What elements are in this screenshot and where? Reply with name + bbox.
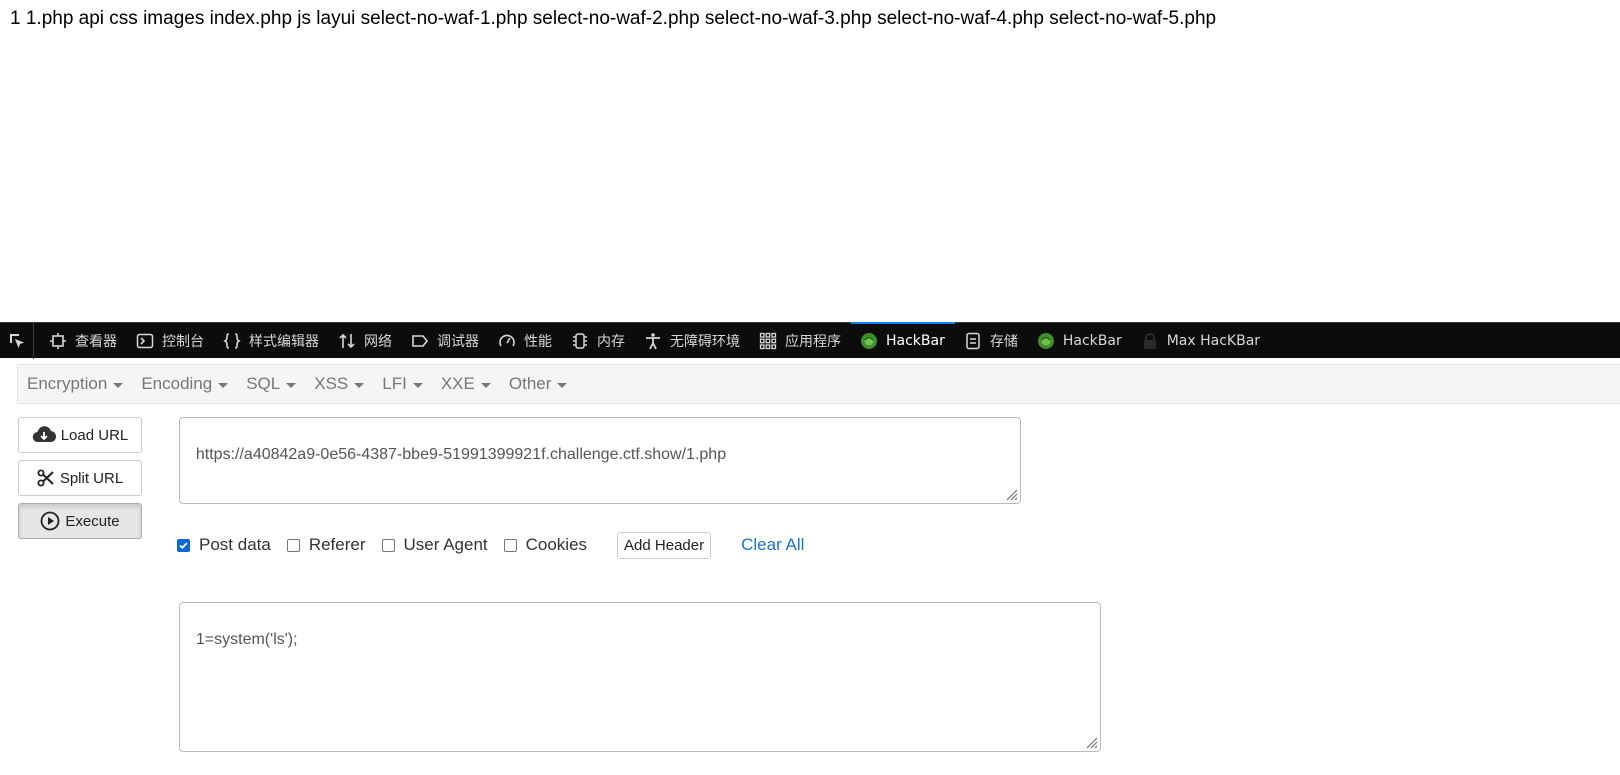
post-data-checkbox[interactable]: Post data bbox=[177, 535, 271, 555]
tab-inspector[interactable]: 查看器 bbox=[40, 323, 127, 359]
checkbox-checked[interactable] bbox=[177, 538, 190, 552]
caret-down-icon bbox=[557, 382, 568, 388]
tab-label: HackBar bbox=[1062, 332, 1122, 349]
menu-xxe[interactable]: XXE bbox=[436, 374, 504, 394]
menu-label: XXE bbox=[440, 374, 475, 393]
tab-performance[interactable]: 性能 bbox=[489, 323, 562, 359]
braces-icon bbox=[222, 331, 242, 351]
cookies-label: Cookies bbox=[525, 535, 588, 554]
user-agent-label: User Agent bbox=[403, 535, 488, 554]
tab-network[interactable]: 网络 bbox=[329, 323, 402, 359]
tab-label: 调试器 bbox=[437, 333, 479, 350]
checkbox-unchecked[interactable] bbox=[381, 538, 395, 552]
menu-encoding[interactable]: Encoding bbox=[136, 374, 241, 394]
memory-chip-icon bbox=[570, 331, 590, 351]
tab-label: 控制台 bbox=[162, 333, 204, 350]
post-body-value: 1=system('ls'); bbox=[195, 631, 298, 648]
caret-down-icon bbox=[218, 382, 229, 388]
menu-encryption[interactable]: Encryption bbox=[22, 374, 136, 394]
caret-down-icon bbox=[354, 382, 365, 388]
scissors-icon bbox=[37, 469, 55, 487]
accessibility-icon bbox=[643, 331, 663, 351]
play-circle-icon bbox=[40, 511, 60, 531]
caret-down-icon bbox=[480, 382, 491, 388]
menu-label: Encryption bbox=[27, 374, 108, 393]
menu-label: Other bbox=[508, 374, 552, 393]
menu-label: Encoding bbox=[141, 374, 213, 393]
menu-xss[interactable]: XSS bbox=[309, 374, 377, 394]
split-url-button[interactable]: Split URL bbox=[18, 460, 142, 496]
hackbar-icon bbox=[1036, 331, 1056, 351]
split-url-label: Split URL bbox=[59, 469, 124, 487]
execute-label: Execute bbox=[65, 512, 120, 530]
tab-label: 查看器 bbox=[75, 333, 117, 350]
tab-style-editor[interactable]: 样式编辑器 bbox=[214, 323, 329, 359]
load-url-button[interactable]: Load URL bbox=[18, 417, 142, 453]
menu-other[interactable]: Other bbox=[504, 374, 581, 394]
tab-label: 应用程序 bbox=[785, 333, 841, 350]
console-icon bbox=[135, 331, 155, 351]
resize-grip-icon[interactable] bbox=[1004, 487, 1018, 501]
menu-label: XSS bbox=[314, 374, 349, 393]
element-picker-icon bbox=[9, 333, 24, 348]
lock-icon bbox=[1140, 331, 1160, 351]
tab-label: 内存 bbox=[597, 333, 625, 350]
page-output-text: 1 1.php api css images index.php js layu… bbox=[10, 8, 1217, 29]
caret-down-icon bbox=[113, 382, 124, 388]
menu-label: SQL bbox=[246, 374, 281, 393]
tab-label: 样式编辑器 bbox=[249, 333, 319, 350]
tab-hackbar-2[interactable]: HackBar bbox=[1028, 323, 1132, 359]
debugger-icon bbox=[410, 331, 430, 351]
add-header-button[interactable]: Add Header bbox=[617, 531, 712, 559]
devtools-toolbar: 查看器 控制台 样式编辑器 网络 调试器 性能 内存 无障碍环境 应用程序 Ha… bbox=[0, 321, 1620, 359]
tab-accessibility[interactable]: 无障碍环境 bbox=[635, 323, 750, 359]
tab-label: 性能 bbox=[524, 333, 552, 350]
cookies-checkbox[interactable]: Cookies bbox=[503, 535, 588, 555]
caret-down-icon bbox=[412, 382, 423, 388]
menu-lfi[interactable]: LFI bbox=[377, 374, 436, 394]
checkbox-unchecked[interactable] bbox=[286, 538, 300, 552]
url-value: https://a40842a9-0e56-4387-bbe9-51991399… bbox=[195, 446, 727, 463]
tab-debugger[interactable]: 调试器 bbox=[402, 323, 489, 359]
element-picker-button[interactable] bbox=[0, 322, 34, 359]
network-arrows-icon bbox=[337, 331, 357, 351]
load-url-label: Load URL bbox=[60, 426, 129, 444]
checkmark-icon bbox=[179, 541, 188, 549]
user-agent-checkbox[interactable]: User Agent bbox=[381, 535, 488, 555]
hackbar-menubar: Encryption Encoding SQL XSS LFI XXE Othe… bbox=[17, 364, 1620, 404]
tab-label: 无障碍环境 bbox=[670, 333, 740, 350]
caret-down-icon bbox=[286, 382, 297, 388]
inspector-icon bbox=[48, 331, 68, 351]
menu-label: LFI bbox=[382, 374, 407, 393]
post-data-textarea[interactable]: 1=system('ls'); bbox=[179, 602, 1101, 752]
url-textarea[interactable]: https://a40842a9-0e56-4387-bbe9-51991399… bbox=[179, 417, 1021, 504]
request-options-row: Post data Referer User Agent Cookies Add… bbox=[177, 530, 804, 560]
application-grid-icon bbox=[758, 331, 778, 351]
tab-storage[interactable]: 存储 bbox=[955, 323, 1028, 359]
tab-hackbar-active[interactable]: HackBar bbox=[851, 321, 955, 359]
post-data-label: Post data bbox=[199, 535, 271, 554]
referer-checkbox[interactable]: Referer bbox=[286, 535, 366, 555]
tab-application[interactable]: 应用程序 bbox=[750, 323, 851, 359]
referer-label: Referer bbox=[308, 535, 366, 554]
tab-label: HackBar bbox=[886, 332, 945, 349]
resize-grip-icon[interactable] bbox=[1084, 735, 1098, 749]
execute-button[interactable]: Execute bbox=[18, 503, 142, 539]
clear-all-link[interactable]: Clear All bbox=[741, 535, 804, 555]
tab-console[interactable]: 控制台 bbox=[127, 323, 214, 359]
storage-icon bbox=[963, 331, 983, 351]
performance-gauge-icon bbox=[497, 331, 517, 351]
tab-max-hackbar[interactable]: Max HacKBar bbox=[1132, 323, 1270, 359]
tab-label: 存储 bbox=[989, 333, 1018, 350]
tab-label: 网络 bbox=[364, 333, 392, 350]
cloud-download-icon bbox=[32, 426, 56, 444]
menu-sql[interactable]: SQL bbox=[241, 374, 309, 394]
checkbox-unchecked[interactable] bbox=[503, 538, 517, 552]
hackbar-icon bbox=[859, 331, 879, 351]
tab-label: Max HacKBar bbox=[1166, 332, 1261, 349]
tab-memory[interactable]: 内存 bbox=[562, 323, 635, 359]
